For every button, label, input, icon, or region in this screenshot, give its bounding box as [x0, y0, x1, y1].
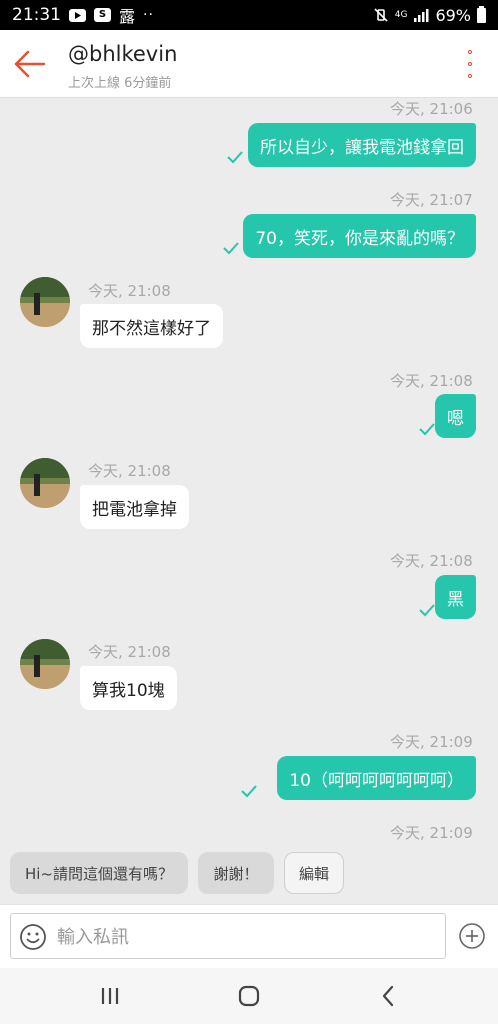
quick-reply-chip[interactable]: 謝謝！ — [198, 852, 274, 894]
outgoing-message[interactable]: 嗯 — [435, 394, 476, 438]
avatar[interactable] — [20, 277, 70, 327]
status-time: 21:31 — [12, 5, 61, 25]
home-icon[interactable] — [235, 982, 263, 1010]
message-timestamp: 今天, 21:08 — [88, 282, 171, 300]
incoming-message[interactable]: 那不然這樣好了 — [80, 304, 223, 348]
quick-replies-bar: Hi~請問這個還有嗎？ 謝謝！ 編輯 — [0, 846, 498, 902]
message-timestamp: 今天, 21:09 — [390, 733, 473, 751]
message-timestamp: 今天, 21:06 — [390, 100, 473, 118]
status-bar: 21:31 S 露 ·· 4G 69% — [0, 0, 498, 30]
back-nav-icon[interactable] — [375, 982, 403, 1010]
system-nav-bar — [0, 968, 498, 1024]
more-dots-icon: ·· — [143, 7, 154, 23]
message-timestamp: 今天, 21:08 — [390, 372, 473, 390]
network-icon: 4G — [394, 9, 408, 20]
app-icon: 露 — [119, 7, 136, 26]
back-arrow-icon[interactable] — [12, 48, 48, 80]
add-plus-icon[interactable] — [458, 922, 486, 950]
last-seen-text: 上次上線 6分鐘前 — [68, 76, 172, 91]
edit-quick-replies-button[interactable]: 編輯 — [284, 852, 344, 894]
battery-icon — [477, 5, 486, 23]
sent-check-icon — [241, 785, 257, 798]
message-timestamp: 今天, 21:08 — [88, 643, 171, 661]
message-timestamp: 今天, 21:07 — [390, 191, 473, 209]
sent-check-icon — [419, 604, 435, 617]
chat-area[interactable]: 今天, 21:06 所以自少，讓我電池錢拿回 今天, 21:07 70，笑死，你… — [0, 98, 498, 842]
chat-header: @bhlkevin 上次上線 6分鐘前 — [0, 30, 498, 98]
message-timestamp: 今天, 21:09 — [390, 824, 473, 842]
mute-vibrate-icon — [374, 8, 388, 22]
message-input[interactable] — [57, 922, 427, 952]
more-vertical-icon[interactable] — [460, 50, 480, 78]
sent-check-icon — [419, 423, 435, 436]
youtube-icon — [69, 8, 86, 22]
outgoing-message[interactable]: 70，笑死，你是來亂的嗎？ — [243, 214, 476, 258]
page-title[interactable]: @bhlkevin — [68, 42, 177, 66]
message-input-bar — [0, 904, 498, 968]
message-timestamp: 今天, 21:08 — [88, 462, 171, 480]
quick-reply-chip[interactable]: Hi~請問這個還有嗎？ — [10, 852, 188, 894]
recent-apps-icon[interactable] — [96, 982, 124, 1010]
avatar[interactable] — [20, 639, 70, 689]
battery-percent: 69% — [435, 5, 471, 25]
message-input-box — [10, 913, 446, 959]
message-timestamp: 今天, 21:08 — [390, 552, 473, 570]
outgoing-message[interactable]: 10（呵呵呵呵呵呵呵） — [277, 756, 476, 800]
incoming-message[interactable]: 算我10塊 — [80, 666, 177, 710]
emoji-icon[interactable] — [19, 923, 47, 951]
signal-icon — [414, 9, 429, 22]
avatar[interactable] — [20, 458, 70, 508]
outgoing-message[interactable]: 所以自少，讓我電池錢拿回 — [248, 123, 476, 167]
outgoing-message[interactable]: 黑 — [435, 575, 476, 619]
sent-check-icon — [227, 151, 243, 164]
shopee-icon: S — [94, 8, 111, 22]
sent-check-icon — [223, 242, 239, 255]
incoming-message[interactable]: 把電池拿掉 — [80, 485, 189, 529]
